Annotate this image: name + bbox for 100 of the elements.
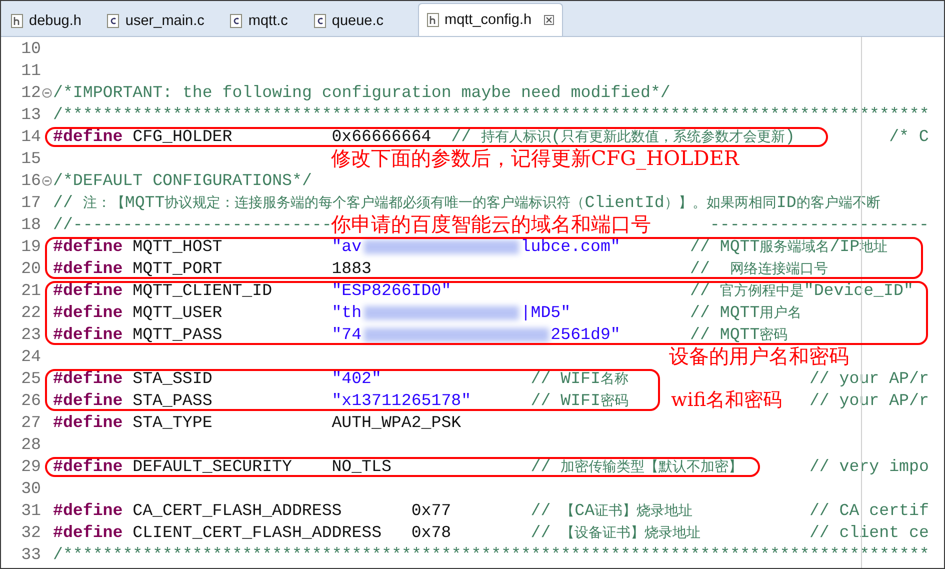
line-number: 17 (21, 193, 41, 213)
line-number: 15 (21, 149, 41, 169)
code-keyword: #define (53, 500, 123, 522)
code-token: NO_TLS (332, 456, 392, 478)
string-literal: "74 (332, 324, 362, 346)
code-keyword: #define (53, 390, 123, 412)
line-number: 11 (21, 61, 41, 81)
code-token: STA_SSID (132, 368, 212, 390)
code-token: MQTT_HOST (132, 236, 222, 258)
code-keyword: #define (53, 324, 123, 346)
string-literal: "x13711265178" (332, 390, 472, 412)
string-literal: 2561d9" (550, 324, 620, 346)
line-number: 33 (21, 545, 41, 565)
line-number: 21 (21, 281, 41, 301)
editor-tab[interactable]: queue.c (310, 6, 392, 36)
code-comment: /*IMPORTANT: the following configuration maybe need modified*/ (53, 83, 670, 103)
close-icon[interactable] (544, 15, 554, 25)
line-number: 31 (21, 501, 41, 521)
editor-tab[interactable]: debug.h (7, 6, 90, 36)
c-file-icon (314, 14, 326, 28)
line-number: 23 (21, 325, 41, 345)
c-file-icon (107, 14, 120, 28)
code-token: CFG_HOLDER (132, 126, 232, 148)
annotation-text: 修改下面的参数后，记得更新CFG_HOLDER (331, 148, 739, 168)
line-number: 22 (21, 303, 41, 323)
collapse-icon[interactable] (42, 176, 52, 186)
code-keyword: #define (53, 522, 123, 544)
code-comment: ---------------------- (710, 215, 929, 235)
line-number: 27 (21, 413, 41, 433)
line-number: 18 (21, 215, 41, 235)
code-token: CLIENT_CERT_FLASH_ADDRESS (132, 522, 382, 544)
code-comment: // MQTT用户名 (690, 302, 802, 324)
code-keyword: #define (53, 302, 123, 324)
line-number: 13 (21, 105, 41, 125)
code-token: STA_TYPE (132, 413, 212, 433)
string-literal: "av (332, 236, 362, 258)
code-keyword: #define (53, 413, 123, 433)
line-number: 26 (21, 391, 41, 411)
code-keyword: #define (53, 126, 123, 148)
code-keyword: #define (53, 236, 123, 258)
code-comment: // 【设备证书】烧录地址 (530, 522, 701, 544)
string-literal: lubce.com" (520, 236, 620, 258)
line-number: 10 (21, 39, 41, 59)
code-keyword: #define (53, 258, 123, 280)
code-comment: // 官方例程中是"Device_ID" (690, 280, 914, 302)
line-number: 16 (21, 171, 41, 191)
code-token: STA_PASS (132, 390, 212, 412)
code-comment: // WIFI名称 (530, 368, 628, 390)
code-token: DEFAULT_SECURITY (132, 456, 292, 478)
header-file-icon (11, 14, 23, 28)
collapse-icon[interactable] (42, 88, 52, 98)
line-number: 20 (21, 259, 41, 279)
string-literal: "402" (332, 368, 382, 390)
code-comment: // 加密传输类型【默认不加密】 (530, 456, 743, 478)
annotation-text: 你申请的百度智能云的域名和端口号 (331, 214, 651, 234)
line-number: 28 (21, 435, 41, 455)
string-literal: "th (332, 302, 362, 324)
code-token: 0x78 (411, 522, 452, 544)
code-comment: //-------------------------- (53, 215, 332, 235)
code-keyword: #define (53, 456, 123, 478)
code-comment: // WIFI密码 (530, 390, 628, 412)
line-number: 25 (21, 369, 41, 389)
editor-tab[interactable]: user_main.c (103, 6, 212, 36)
code-token: MQTT_CLIENT_ID (132, 280, 272, 302)
line-number: 29 (21, 457, 41, 477)
code-keyword: #define (53, 280, 123, 302)
code-comment: /*DEFAULT CONFIGURATIONS*/ (53, 171, 312, 191)
code-comment: // CA certif (809, 500, 929, 522)
line-number: 12 (21, 83, 41, 103)
code-comment: /*************************************************************************************** (53, 545, 930, 565)
code-comment: /*************************************************************************************** (53, 105, 930, 125)
header-file-icon (426, 13, 438, 27)
line-number: 24 (21, 347, 41, 367)
code-comment: // 【CA证书】烧录地址 (530, 500, 693, 522)
string-literal: |MD5" (520, 302, 571, 324)
line-number: 32 (21, 523, 41, 543)
code-keyword: #define (53, 368, 123, 390)
code-token: 1883 (332, 258, 372, 280)
annotation-text: 设备的用户名和密码 (669, 346, 849, 366)
string-literal: "ESP8266ID0" (332, 280, 452, 302)
code-token: AUTH_WPA2_PSK (332, 413, 462, 433)
code-token: 0x66666664 (332, 126, 432, 148)
code-token: 0x77 (411, 500, 452, 522)
code-token: MQTT_PORT (132, 258, 222, 280)
code-comment: // 网络连接端口号 (690, 258, 828, 280)
code-token: MQTT_USER (132, 302, 222, 324)
code-comment: /* C (889, 126, 929, 148)
line-number: 14 (21, 127, 41, 147)
code-token: MQTT_PASS (132, 324, 222, 346)
code-comment: // client ce (809, 522, 929, 544)
annotation-text: wifi名和密码 (671, 390, 782, 410)
line-number: 19 (21, 237, 41, 257)
c-file-icon (230, 14, 242, 28)
code-comment: // MQTT密码 (690, 324, 788, 346)
editor-tab[interactable]: mqtt.c (226, 6, 296, 36)
code-token: CA_CERT_FLASH_ADDRESS (132, 500, 342, 522)
line-number: 30 (21, 479, 41, 499)
editor-tab[interactable]: mqtt_config.h (418, 3, 563, 36)
code-comment: // 持有人标识(只有更新此数值，系统参数才会更新) (451, 126, 795, 148)
code-comment: // very impo (809, 456, 929, 478)
